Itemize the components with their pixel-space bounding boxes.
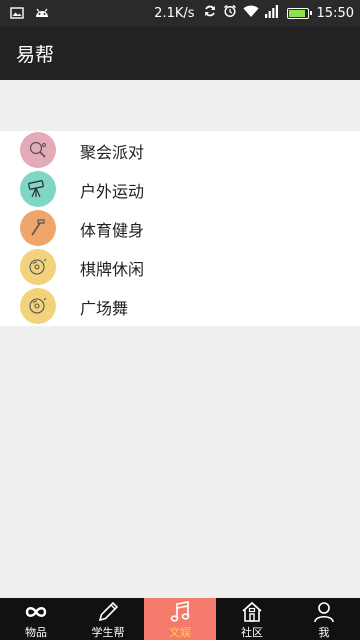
battery-fill [288, 9, 305, 17]
music-note-icon [168, 600, 192, 624]
nav-item-community[interactable]: 社区 [216, 598, 288, 640]
bottom-nav: 物品 学生帮 文娱 社区 我 [0, 598, 360, 640]
category-label: 体育健身 [80, 220, 145, 240]
ping-pong-icon [20, 132, 56, 168]
image-icon [10, 4, 24, 23]
telescope-icon [20, 171, 56, 207]
status-bar: 2.1K/s 15:50 [0, 0, 360, 26]
category-label: 广场舞 [80, 298, 129, 318]
app-header: 易帮 [0, 26, 360, 80]
hammer-icon [20, 210, 56, 246]
nav-label: 文娱 [169, 626, 191, 639]
category-label: 聚会派对 [80, 142, 145, 162]
category-item-outdoor[interactable]: 户外运动 [0, 170, 360, 209]
nav-label: 我 [318, 626, 330, 639]
disc-icon [20, 288, 56, 324]
category-item-board-games[interactable]: 棋牌休闲 [0, 248, 360, 287]
category-item-party[interactable]: 聚会派对 [0, 131, 360, 170]
nav-item-me[interactable]: 我 [288, 598, 360, 640]
category-item-square-dance[interactable]: 广场舞 [0, 287, 360, 326]
sync-icon [203, 4, 217, 22]
category-label: 棋牌休闲 [80, 259, 145, 279]
android-icon [33, 4, 51, 23]
battery-icon [286, 7, 312, 19]
nav-label: 物品 [25, 626, 47, 639]
category-label: 户外运动 [80, 181, 145, 201]
nav-item-student-help[interactable]: 学生帮 [72, 598, 144, 640]
home-icon [240, 600, 264, 624]
nav-item-items[interactable]: 物品 [0, 598, 72, 640]
status-time: 15:50 [316, 5, 354, 21]
user-icon [312, 600, 336, 624]
category-item-sports[interactable]: 体育健身 [0, 209, 360, 248]
infinity-icon [23, 600, 49, 624]
nav-label: 学生帮 [91, 626, 125, 639]
network-speed: 2.1K/s [154, 5, 195, 21]
wifi-icon [243, 5, 259, 22]
nav-item-entertainment[interactable]: 文娱 [144, 598, 216, 640]
signal-icon [264, 4, 279, 22]
page-title: 易帮 [16, 43, 55, 66]
category-list: 聚会派对 户外运动 体育健身 棋牌休闲 广场舞 [0, 131, 360, 326]
alarm-icon [223, 4, 237, 22]
nav-label: 社区 [241, 626, 263, 639]
status-right: 2.1K/s 15:50 [154, 4, 360, 22]
disc-icon [20, 249, 56, 285]
pencil-icon [96, 600, 120, 624]
status-left [0, 4, 51, 23]
